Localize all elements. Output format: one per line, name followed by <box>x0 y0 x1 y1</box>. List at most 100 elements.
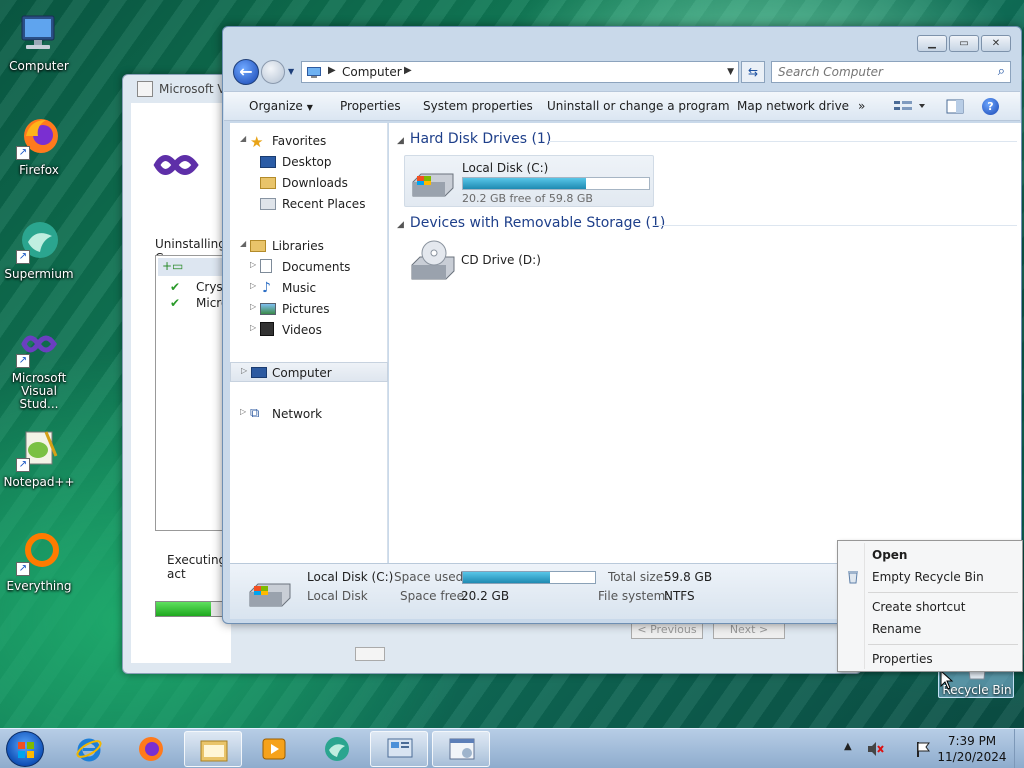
check-icon: ✔ <box>170 280 181 294</box>
taskbar-installer[interactable] <box>432 731 490 767</box>
address-bar[interactable]: ▶ Computer ▶ ▼ <box>301 61 739 83</box>
taskbar-file-explorer[interactable] <box>184 731 242 767</box>
details-file-system-label: File system: <box>598 589 670 603</box>
breadcrumb-computer[interactable]: Computer <box>342 65 402 79</box>
recent-pages-dropdown[interactable]: ▼ <box>288 67 294 76</box>
map-network-drive-button[interactable]: Map network drive <box>737 99 849 113</box>
taskbar-internet-explorer[interactable] <box>60 731 118 767</box>
more-commands-button[interactable]: » <box>858 99 865 113</box>
local-disk-name: Local Disk (C:) <box>462 161 549 175</box>
nav-item-recent-places[interactable]: Recent Places <box>230 194 388 214</box>
installer-body: Uninstalling C +▭ ✔ Crysta ✔ Micros Exec… <box>131 103 235 663</box>
forward-button[interactable] <box>261 60 285 84</box>
recycle-bin-icon <box>848 571 858 584</box>
preview-pane-icon[interactable] <box>946 98 964 115</box>
breadcrumb-separator-icon[interactable]: ▶ <box>404 65 412 76</box>
search-input[interactable] <box>772 62 987 82</box>
taskbar-supermium[interactable] <box>308 731 366 767</box>
show-hidden-icons-button[interactable]: ▲ <box>844 741 852 752</box>
firefox-icon: ↗ <box>16 114 62 160</box>
group-header-removable[interactable]: ◢ Devices with Removable Storage (1) <box>397 215 665 231</box>
taskbar-firefox[interactable] <box>122 731 180 767</box>
desktop-icon-everything[interactable]: ↗ Everything <box>2 524 76 614</box>
libraries-icon <box>250 240 266 252</box>
expand-arrow-icon[interactable]: ▷ <box>250 260 256 269</box>
nav-item-libraries[interactable]: ◢ Libraries <box>230 236 388 256</box>
file-explorer-icon <box>200 740 228 762</box>
menu-item-empty-recycle-bin[interactable]: Empty Recycle Bin <box>840 566 1020 588</box>
desktop-icon-label: Supermium <box>4 267 74 281</box>
show-desktop-button[interactable] <box>1014 729 1024 768</box>
supermium-icon <box>325 737 349 761</box>
nav-item-favorites[interactable]: ◢ ★ Favorites <box>230 131 388 151</box>
media-player-icon <box>262 738 286 760</box>
desktop-icon-firefox[interactable]: ↗ Firefox <box>2 108 76 198</box>
volume-muted-icon[interactable] <box>866 740 884 758</box>
maximize-button[interactable]: ▭ <box>949 35 979 52</box>
nav-item-videos[interactable]: ▷ Videos <box>230 320 388 340</box>
organize-button[interactable]: Organize ▼ <box>249 99 313 113</box>
expand-arrow-icon[interactable]: ▷ <box>240 407 246 416</box>
close-button[interactable]: ✕ <box>981 35 1011 52</box>
clock-date[interactable]: 11/20/2024 <box>932 750 1012 764</box>
computer-icon <box>251 367 267 378</box>
network-icon: ⧉ <box>250 406 260 421</box>
nav-item-music[interactable]: ▷ ♪ Music <box>230 278 388 298</box>
start-button[interactable] <box>6 731 44 767</box>
menu-item-open[interactable]: Open <box>840 544 1020 566</box>
nav-item-network[interactable]: ▷ ⧉ Network <box>230 404 388 424</box>
change-view-icon[interactable] <box>892 98 928 115</box>
expand-arrow-icon[interactable]: ▷ <box>241 366 247 375</box>
nav-item-downloads[interactable]: Downloads <box>230 173 388 193</box>
installer-progress-fill <box>156 602 211 616</box>
nav-item-documents[interactable]: ▷ Documents <box>230 257 388 277</box>
action-center-flag-icon[interactable] <box>914 740 932 758</box>
cd-drive-icon <box>411 240 455 280</box>
system-properties-button[interactable]: System properties <box>423 99 533 113</box>
help-button[interactable]: ? <box>982 98 999 115</box>
clock-time[interactable]: 7:39 PM <box>932 734 1012 748</box>
taskbar-control-panel[interactable] <box>370 731 428 767</box>
nav-item-computer[interactable]: ▷ Computer <box>230 362 388 382</box>
collapse-arrow-icon[interactable]: ◢ <box>397 136 404 146</box>
music-icon: ♪ <box>262 280 271 296</box>
properties-button[interactable]: Properties <box>340 99 401 113</box>
cd-drive-tile[interactable]: CD Drive (D:) <box>404 237 554 285</box>
local-disk-usage-bar <box>462 177 650 190</box>
desktop-icon-computer[interactable]: Computer <box>2 4 76 94</box>
content-pane: ◢ Hard Disk Drives (1) Local Disk (C:) 20… <box>389 123 1021 563</box>
expand-arrow-icon[interactable]: ◢ <box>240 239 246 248</box>
nav-item-pictures[interactable]: ▷ Pictures <box>230 299 388 319</box>
expand-arrow-icon[interactable]: ▷ <box>250 323 256 332</box>
uninstall-program-button[interactable]: Uninstall or change a program <box>547 99 730 113</box>
breadcrumb-separator-icon[interactable]: ▶ <box>328 65 336 76</box>
shortcut-arrow-icon: ↗ <box>16 562 30 576</box>
search-box[interactable]: ⌕ <box>771 61 1011 83</box>
explorer-window[interactable]: ▁ ▭ ✕ ← ▼ ▶ Computer ▶ ▼ ⇆ ⌕ Organize▼ P… <box>222 26 1022 624</box>
menu-item-properties[interactable]: Properties <box>840 648 1020 670</box>
address-dropdown-icon[interactable]: ▼ <box>727 67 734 77</box>
desktop-icon-notepad-plus-plus[interactable]: ↗ Notepad++ <box>2 420 76 510</box>
back-button[interactable]: ← <box>233 59 259 85</box>
menu-item-rename[interactable]: Rename <box>840 618 1020 640</box>
details-usage-fill <box>463 572 551 583</box>
local-disk-tile[interactable]: Local Disk (C:) 20.2 GB free of 59.8 GB <box>404 155 654 207</box>
details-space-free-label: Space free: <box>400 589 469 603</box>
minimize-button[interactable]: ▁ <box>917 35 947 52</box>
taskbar-media-player[interactable] <box>246 731 304 767</box>
control-panel-icon <box>387 738 413 758</box>
desktop-icon <box>260 156 276 168</box>
nav-item-desktop[interactable]: Desktop <box>230 152 388 172</box>
desktop-icon-supermium[interactable]: ↗ Supermium <box>2 212 76 302</box>
collapse-arrow-icon[interactable]: ◢ <box>397 220 404 230</box>
desktop-icon-visual-studio[interactable]: ↗ Microsoft Visual Stud... <box>2 316 76 411</box>
expand-arrow-icon[interactable]: ◢ <box>240 134 246 143</box>
group-header-hard-disk[interactable]: ◢ Hard Disk Drives (1) <box>397 131 551 147</box>
refresh-button[interactable]: ⇆ <box>741 61 765 83</box>
menu-item-create-shortcut[interactable]: Create shortcut <box>840 596 1020 618</box>
expand-arrow-icon[interactable]: ▷ <box>250 302 256 311</box>
desktop-icon-label: Everything <box>6 579 72 593</box>
expand-arrow-icon[interactable]: ▷ <box>250 281 256 290</box>
installer-small-button[interactable] <box>355 647 385 661</box>
search-icon[interactable]: ⌕ <box>998 64 1005 79</box>
